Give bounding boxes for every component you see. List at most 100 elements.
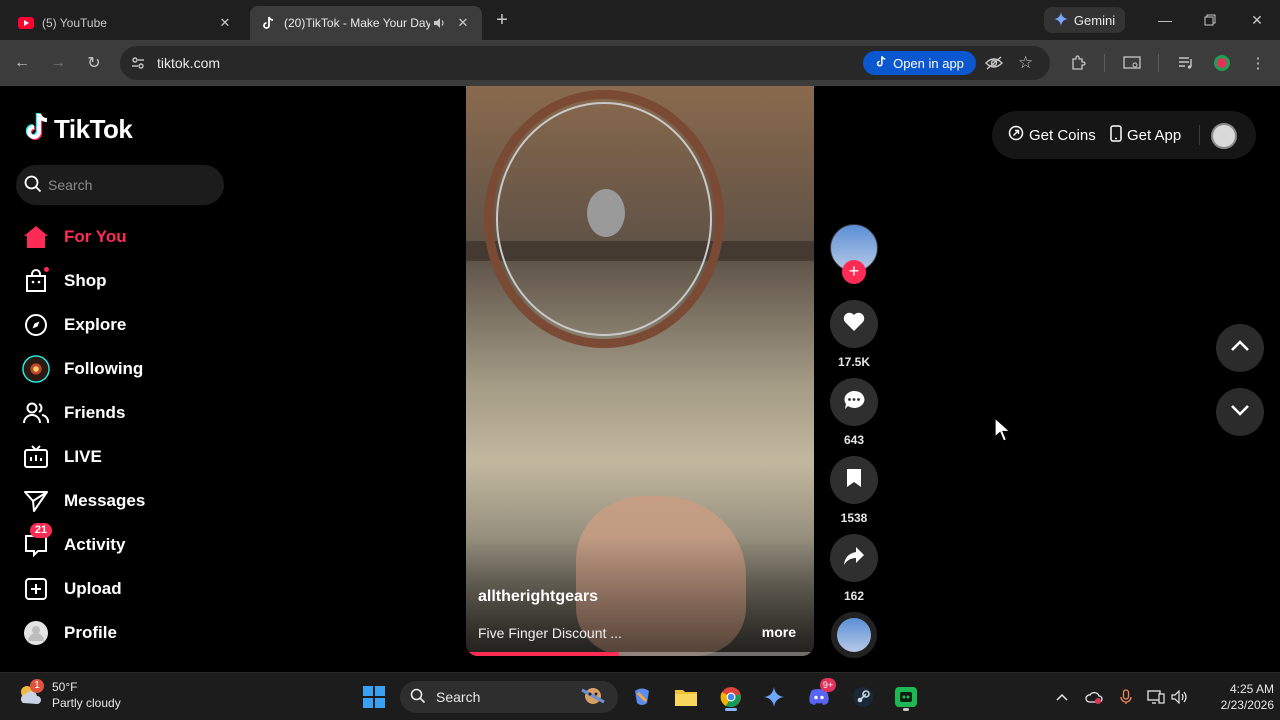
new-tab-button[interactable]: + [492,10,512,30]
chrome-icon[interactable] [715,681,747,713]
media-controls-icon[interactable] [1174,51,1198,75]
video-progress-bar[interactable] [466,652,814,656]
speaker-volume-icon[interactable] [1170,687,1190,707]
activity-icon: 21 [22,523,52,559]
nav-live[interactable]: LIVE [22,441,222,473]
friends-icon [22,399,50,427]
weather-alert-badge: 1 [30,679,44,693]
search-highlight-icon [576,684,610,711]
back-arrow-icon[interactable]: ← [10,51,34,75]
active-app-indicator [725,708,737,711]
video-caption: Five Finger Discount ... [478,625,622,641]
forward-arrow-icon[interactable]: → [46,51,70,75]
gemini-app-icon[interactable] [758,681,790,713]
search-input[interactable]: Search [16,165,224,205]
system-clock[interactable]: 4:25 AM 2/23/2026 [1194,681,1274,713]
nav-label: Messages [64,491,146,510]
follow-plus-icon[interactable]: + [842,260,866,284]
nav-friends[interactable]: Friends [22,397,222,429]
copilot-icon[interactable] [626,681,658,713]
heart-icon [843,312,865,337]
file-explorer-icon[interactable] [670,681,702,713]
windows-start-icon[interactable] [358,681,390,713]
extensions-icon[interactable] [1066,51,1090,75]
music-disc[interactable] [831,612,877,658]
nav-label: Activity [64,535,126,554]
close-window-icon[interactable]: ✕ [1245,8,1269,32]
restore-icon[interactable] [1198,8,1222,32]
video-frame-hub [587,189,625,237]
weather-temp: 50°F [52,680,78,694]
nav-messages[interactable]: Messages [22,485,222,517]
cast-media-icon[interactable] [1120,51,1144,75]
close-tab-icon[interactable]: ✕ [216,14,234,32]
coin-icon [1008,125,1024,145]
get-coins-button[interactable]: Get Coins [1008,125,1096,145]
gemini-button[interactable]: Gemini [1044,7,1125,33]
get-app-button[interactable]: Get App [1110,125,1181,146]
nav-for-you[interactable]: For You [22,221,222,253]
cloud-sync-icon[interactable] [1084,687,1104,707]
compass-icon [22,311,50,339]
gemini-label: Gemini [1073,12,1116,28]
video-author[interactable]: alltherightgears [478,588,598,606]
taskbar-search-box[interactable]: Search [400,681,618,713]
microphone-icon[interactable] [1116,687,1136,707]
upload-icon [22,575,50,603]
shop-icon [22,267,50,295]
save-button[interactable] [830,456,878,504]
comment-count: 643 [843,433,865,447]
nav-upload[interactable]: Upload [22,573,222,605]
nav-activity[interactable]: 21 Activity [22,523,222,561]
tiktok-wordmark: TikTok [54,113,133,144]
clock-date: 2/23/2026 [1220,698,1274,712]
browser-tab-strip: (5) YouTube ✕ (20)TikTok - Make Your Day… [0,0,1280,40]
open-in-app-button[interactable]: Open in app [863,51,976,75]
bookmark-star-icon[interactable]: ☆ [1018,53,1033,73]
steam-icon[interactable] [847,681,879,713]
nav-explore[interactable]: Explore [22,309,222,341]
nav-label: Explore [64,315,127,334]
address-bar[interactable]: tiktok.com Open in app ☆ [120,46,1050,80]
close-tab-icon[interactable]: ✕ [454,14,472,32]
video-player[interactable]: alltherightgears Five Finger Discount ..… [466,86,814,656]
share-count: 162 [843,589,865,603]
comment-button[interactable] [830,378,878,426]
audio-playing-icon[interactable] [430,14,448,32]
profile-icon [22,619,50,647]
get-app-label: Get App [1127,127,1182,144]
like-button[interactable] [830,300,878,348]
profile-avatar[interactable] [1211,123,1237,149]
phone-icon [1110,125,1122,146]
robot-app-icon[interactable] [890,681,922,713]
site-settings-icon[interactable] [130,55,146,76]
previous-video-button[interactable] [1216,324,1264,372]
minimize-icon[interactable]: ― [1153,8,1177,32]
chrome-menu-icon[interactable]: ⋮ [1246,51,1270,75]
nav-profile[interactable]: Profile [22,617,222,649]
discord-badge: 9+ [820,678,836,692]
chevron-down-icon [1230,403,1250,421]
search-icon [410,688,426,707]
reload-icon[interactable]: ↻ [82,51,106,75]
weather-widget[interactable]: 1 50°F Partly cloudy [16,679,121,711]
next-video-button[interactable] [1216,388,1264,436]
profile-avatar-icon[interactable] [1210,51,1234,75]
get-coins-label: Get Coins [1029,126,1096,144]
tray-overflow-chevron-icon[interactable] [1052,687,1072,707]
tab-youtube[interactable]: (5) YouTube ✕ [8,6,244,40]
network-icon[interactable] [1146,687,1166,707]
tiktok-logo[interactable]: TikTok [24,112,133,146]
tab-tiktok[interactable]: (20)TikTok - Make Your Day ✕ [250,6,482,40]
eye-crossed-icon[interactable] [985,55,1003,76]
partly-cloudy-icon: 1 [16,679,44,709]
nav-following[interactable]: Following [22,353,222,385]
share-button[interactable] [830,534,878,582]
nav-label: Friends [64,403,126,422]
chevron-up-icon [1230,339,1250,357]
weather-desc: Partly cloudy [52,696,121,710]
discord-icon[interactable]: 9+ [803,678,836,713]
caption-more-link[interactable]: more [762,624,796,640]
nav-shop[interactable]: Shop [22,265,222,297]
search-placeholder: Search [48,177,93,193]
